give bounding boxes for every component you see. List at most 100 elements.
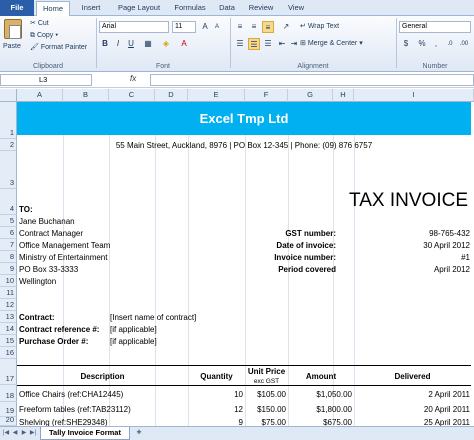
company-address[interactable]: 55 Main Street, Auckland, 8976 | PO Box … [17, 140, 471, 151]
recipient-line[interactable]: Office Management Team [19, 240, 110, 251]
tab-page-layout[interactable]: Page Layout [112, 1, 166, 16]
align-middle-icon[interactable]: ≡ [248, 21, 260, 33]
first-sheet-icon[interactable]: |◀ [2, 429, 10, 438]
contract-value[interactable]: [Insert name of contract] [110, 312, 196, 323]
row-header[interactable]: 3 [0, 151, 17, 189]
paste-icon[interactable] [4, 19, 22, 39]
row-header[interactable]: 8 [0, 251, 17, 263]
font-size-select[interactable]: 11 [172, 21, 196, 33]
recipient-line[interactable]: Ministry of Entertainment [19, 252, 107, 263]
decrease-decimal-icon[interactable]: .00 [458, 38, 470, 50]
decrease-indent-icon[interactable]: ⇤ [276, 38, 288, 50]
row-header[interactable]: 10 [0, 275, 17, 287]
fill-color-icon[interactable]: ◈ [160, 38, 172, 50]
font-color-icon[interactable]: A [178, 38, 190, 50]
merge-center-button[interactable]: ⊞ Merge & Center ▾ [300, 39, 363, 49]
amount-header[interactable]: Amount [288, 371, 354, 382]
comma-style-icon[interactable]: , [430, 38, 442, 50]
invoice-date-label[interactable]: Date of invoice: [240, 240, 336, 251]
select-all-corner[interactable] [0, 89, 17, 102]
underline-button[interactable]: U [125, 38, 137, 50]
tab-file[interactable]: File [0, 0, 34, 16]
period-covered-label[interactable]: Period covered [240, 264, 336, 275]
italic-button[interactable]: I [112, 38, 124, 50]
delivered-header[interactable]: Delivered [354, 371, 471, 382]
item-amount[interactable]: $1,800.00 [288, 404, 352, 415]
row-header[interactable]: 9 [0, 263, 17, 275]
row-header[interactable]: 16 [0, 347, 17, 359]
recipient-line[interactable]: Contract Manager [19, 228, 83, 239]
item-quantity[interactable]: 10 [188, 389, 243, 400]
item-amount[interactable]: $1,050.00 [288, 389, 352, 400]
invoice-number-value[interactable]: #1 [354, 252, 470, 263]
align-bottom-icon[interactable]: ≡ [262, 21, 274, 33]
item-delivered[interactable]: 20 April 2011 [354, 404, 470, 415]
increase-decimal-icon[interactable]: .0 [444, 38, 456, 50]
align-center-icon[interactable]: ☰ [248, 38, 260, 50]
tab-insert[interactable]: Insert [74, 1, 108, 16]
tax-invoice-heading[interactable]: TAX INVOICE [310, 190, 468, 212]
company-name[interactable]: Excel Tmp Ltd [17, 111, 471, 126]
tab-review[interactable]: Review [244, 1, 278, 16]
invoice-date-value[interactable]: 30 April 2012 [354, 240, 470, 251]
item-unit-price[interactable]: $150.00 [245, 404, 286, 415]
period-covered-value[interactable]: April 2012 [354, 264, 470, 275]
column-header-g[interactable]: G [288, 89, 333, 102]
invoice-number-label[interactable]: Invoice number: [240, 252, 336, 263]
cut-button[interactable]: ✂ Cut [30, 19, 49, 29]
item-description[interactable]: Office Chairs (ref:CHA12445) [19, 389, 123, 400]
copy-button[interactable]: ⧉ Copy ▾ [30, 31, 58, 41]
column-header-d[interactable]: D [155, 89, 188, 102]
column-header-h[interactable]: H [333, 89, 354, 102]
last-sheet-icon[interactable]: ▶| [29, 429, 37, 438]
row-header[interactable]: 14 [0, 323, 17, 335]
row-header[interactable]: 18 [0, 385, 17, 402]
tab-view[interactable]: View [282, 1, 310, 16]
item-description[interactable]: Freeform tables (ref:TAB23112) [19, 404, 131, 415]
item-unit-price[interactable]: $105.00 [245, 389, 286, 400]
column-header-i[interactable]: I [354, 89, 474, 102]
item-quantity[interactable]: 12 [188, 404, 243, 415]
formula-input[interactable] [150, 74, 474, 86]
column-header-e[interactable]: E [188, 89, 245, 102]
tab-data[interactable]: Data [214, 1, 240, 16]
grow-font-icon[interactable]: A [199, 21, 211, 33]
increase-indent-icon[interactable]: ⇥ [288, 38, 300, 50]
recipient-line[interactable]: Jane Buchanan [19, 216, 75, 227]
recipient-line[interactable]: PO Box 33-3333 [19, 264, 78, 275]
wrap-text-button[interactable]: ↵ Wrap Text [300, 22, 339, 32]
row-header[interactable]: 7 [0, 239, 17, 251]
item-delivered[interactable]: 2 April 2011 [354, 389, 470, 400]
prev-sheet-icon[interactable]: ◀ [11, 429, 19, 438]
row-header[interactable]: 2 [0, 139, 17, 151]
borders-icon[interactable]: ▦ [142, 38, 154, 50]
name-box[interactable]: L3 [0, 74, 92, 86]
align-left-icon[interactable]: ☰ [234, 38, 246, 50]
function-icon[interactable]: fx [130, 74, 136, 83]
column-header-f[interactable]: F [245, 89, 288, 102]
row-header[interactable]: 1 [0, 102, 17, 139]
font-name-select[interactable]: Arial [99, 21, 169, 33]
format-painter-button[interactable]: 🖌 Format Painter [30, 43, 87, 53]
quantity-header[interactable]: Quantity [188, 371, 245, 382]
row-header[interactable]: 15 [0, 335, 17, 347]
column-header-c[interactable]: C [109, 89, 155, 102]
recipient-line[interactable]: Wellington [19, 276, 56, 287]
currency-button[interactable]: $ [400, 38, 412, 50]
align-right-icon[interactable]: ☰ [262, 38, 274, 50]
align-top-icon[interactable]: ≡ [234, 21, 246, 33]
row-header[interactable]: 12 [0, 299, 17, 311]
contract-label[interactable]: Contract: [19, 312, 55, 323]
to-label[interactable]: TO: [19, 204, 33, 215]
row-header[interactable]: 20 [0, 415, 17, 426]
next-sheet-icon[interactable]: ▶ [20, 429, 28, 438]
orientation-icon[interactable]: ↗ [280, 21, 292, 33]
sheet-tab-tally-invoice-format[interactable]: Tally Invoice Format [40, 427, 130, 440]
insert-sheet-icon[interactable]: ✚ [134, 429, 144, 438]
paste-button[interactable]: Paste [3, 42, 21, 52]
description-header[interactable]: Description [17, 371, 188, 382]
purchase-order-label[interactable]: Purchase Order #: [19, 336, 88, 347]
row-header[interactable]: 13 [0, 311, 17, 323]
row-header[interactable]: 11 [0, 287, 17, 299]
column-header-b[interactable]: B [63, 89, 109, 102]
